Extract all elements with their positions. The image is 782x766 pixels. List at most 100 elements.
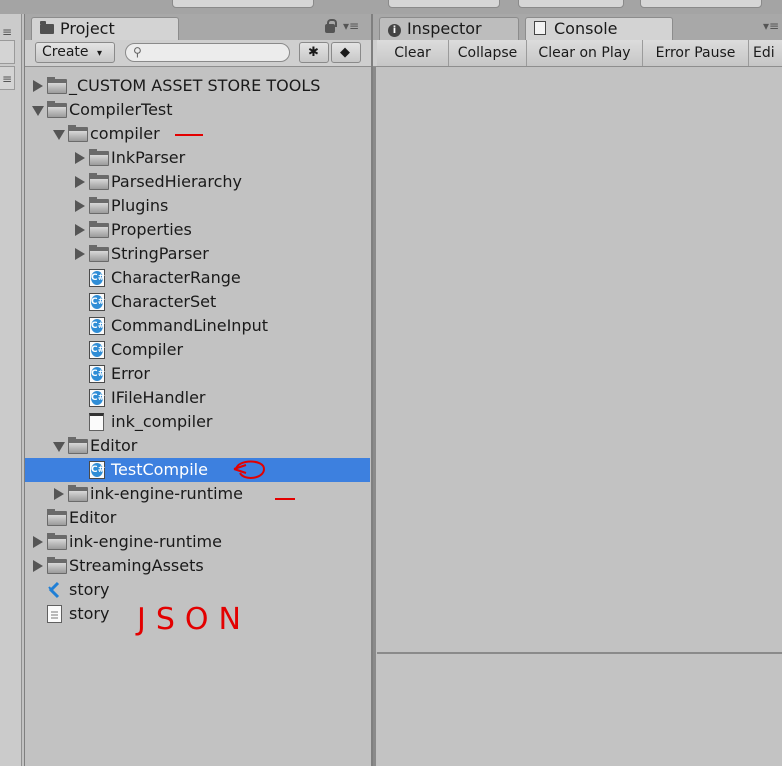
expand-arrow-right-icon[interactable] (75, 248, 85, 260)
top-toolbar-button[interactable] (172, 0, 314, 8)
tab-console[interactable]: Console (525, 17, 673, 40)
tree-file-row[interactable]: C# Compiler (25, 338, 370, 362)
expand-arrow-right-icon[interactable] (33, 536, 43, 548)
tab-project-label: Project (60, 19, 115, 38)
annotation-dash (175, 134, 203, 136)
top-toolbar-button[interactable] (388, 0, 500, 8)
tree-file-row[interactable]: ink_compiler (25, 410, 370, 434)
csharp-script-icon: C# (89, 317, 105, 335)
tree-file-row[interactable]: C# IFileHandler (25, 386, 370, 410)
tree-folder-row[interactable]: Plugins (25, 194, 370, 218)
tree-file-row[interactable]: C# CharacterSet (25, 290, 370, 314)
tree-folder-row[interactable]: Editor (25, 434, 370, 458)
tree-folder-row[interactable]: Properties (25, 218, 370, 242)
tree-folder-row[interactable]: StringParser (25, 242, 370, 266)
folder-icon (47, 557, 67, 574)
right-panel: i Inspector Console ▾≡ Clear Collapse Cle… (372, 14, 782, 766)
top-toolbar-button[interactable] (640, 0, 762, 8)
expand-arrow-down-icon[interactable] (32, 106, 44, 116)
folder-icon (47, 533, 67, 550)
left-panel-tab[interactable] (0, 40, 15, 64)
expand-arrow-right-icon[interactable] (33, 80, 43, 92)
tree-folder-row[interactable]: ink-engine-runtime (25, 482, 370, 506)
folder-icon (89, 149, 109, 166)
tree-folder-row[interactable]: StreamingAssets (25, 554, 370, 578)
vscode-file-icon (47, 581, 62, 599)
tree-folder-row[interactable]: _CUSTOM ASSET STORE TOOLS (25, 74, 370, 98)
create-button-label: Create (42, 44, 89, 60)
lock-shackle-icon (327, 19, 337, 27)
annotation-dash (275, 498, 295, 500)
tree-file-row[interactable]: C# Error (25, 362, 370, 386)
tree-folder-row[interactable]: InkParser (25, 146, 370, 170)
csharp-script-icon: C# (89, 365, 105, 383)
csharp-script-icon: C# (89, 293, 105, 311)
panel-menu-icon[interactable]: ▾≡ (343, 19, 359, 33)
filter-by-type-button[interactable]: ✱ (299, 42, 329, 63)
folder-icon (89, 221, 109, 238)
asset-file-icon (89, 413, 104, 431)
top-toolbar-strip (0, 0, 782, 14)
panel-menu-icon[interactable]: ▾≡ (763, 19, 779, 33)
tree-item-label: Compiler (111, 340, 184, 359)
folder-icon (40, 21, 54, 34)
tab-inspector[interactable]: i Inspector (379, 17, 519, 40)
tree-file-row[interactable]: C# CommandLineInput (25, 314, 370, 338)
expand-arrow-right-icon[interactable] (54, 488, 64, 500)
expand-arrow-right-icon[interactable] (33, 560, 43, 572)
clear-button[interactable]: Clear (377, 40, 449, 66)
tree-item-label: Plugins (111, 196, 169, 215)
tree-item-label: Properties (111, 220, 192, 239)
expand-arrow-right-icon[interactable] (75, 200, 85, 212)
expand-arrow-right-icon[interactable] (75, 176, 85, 188)
folder-icon (89, 173, 109, 190)
console-toolbar: Clear Collapse Clear on Play Error Pause… (373, 40, 782, 67)
folder-icon (68, 437, 88, 454)
console-log-list[interactable] (377, 67, 782, 652)
expand-arrow-down-icon[interactable] (53, 442, 65, 452)
folder-icon (47, 77, 67, 94)
folder-icon (68, 125, 88, 142)
create-button[interactable]: Create ▾ (35, 42, 115, 63)
panel-menu-icon[interactable]: ≡ (2, 73, 12, 85)
editor-button[interactable]: Edi (749, 40, 782, 66)
top-toolbar-button[interactable] (518, 0, 624, 8)
collapse-button[interactable]: Collapse (449, 40, 527, 66)
project-toolbar: Create ▾ ⚲ ✱ ◆ (25, 40, 371, 67)
tree-item-label: Error (111, 364, 150, 383)
tree-file-row[interactable]: C# TestCompile (25, 458, 370, 482)
tree-folder-row[interactable]: CompilerTest (25, 98, 370, 122)
tree-item-label: Editor (69, 508, 117, 527)
tree-item-label: ink-engine-runtime (69, 532, 222, 551)
tree-item-label: ink-engine-runtime (90, 484, 243, 503)
panel-menu-icon[interactable]: ≡ (2, 26, 12, 38)
tree-item-label: Editor (90, 436, 138, 455)
error-pause-button[interactable]: Error Pause (643, 40, 749, 66)
tree-folder-row[interactable]: ink-engine-runtime (25, 530, 370, 554)
tree-file-row[interactable]: story (25, 578, 370, 602)
tag-icon: ◆ (340, 45, 350, 60)
search-icon: ⚲ (133, 45, 142, 59)
info-icon: i (388, 24, 401, 37)
project-panel: Project ▾≡ Create ▾ ⚲ ✱ ◆ _CUSTOM ASSET … (24, 14, 372, 766)
tree-item-label: IFileHandler (111, 388, 206, 407)
chevron-down-icon: ▾ (96, 48, 103, 59)
tab-project[interactable]: Project (31, 17, 179, 40)
expand-arrow-down-icon[interactable] (53, 130, 65, 140)
folder-icon (68, 485, 88, 502)
expand-arrow-right-icon[interactable] (75, 152, 85, 164)
tree-folder-row[interactable]: ParsedHierarchy (25, 170, 370, 194)
folder-icon (47, 101, 67, 118)
console-detail-area[interactable] (377, 654, 782, 766)
tree-file-row[interactable]: C# CharacterRange (25, 266, 370, 290)
tree-folder-row[interactable]: Editor (25, 506, 370, 530)
console-icon (534, 21, 546, 35)
search-input[interactable]: ⚲ (125, 43, 290, 62)
tree-item-label: CommandLineInput (111, 316, 269, 335)
tree-item-label: CompilerTest (69, 100, 173, 119)
tree-item-label: StringParser (111, 244, 209, 263)
folder-icon (47, 509, 67, 526)
clear-on-play-button[interactable]: Clear on Play (527, 40, 643, 66)
filter-by-label-button[interactable]: ◆ (331, 42, 361, 63)
expand-arrow-right-icon[interactable] (75, 224, 85, 236)
